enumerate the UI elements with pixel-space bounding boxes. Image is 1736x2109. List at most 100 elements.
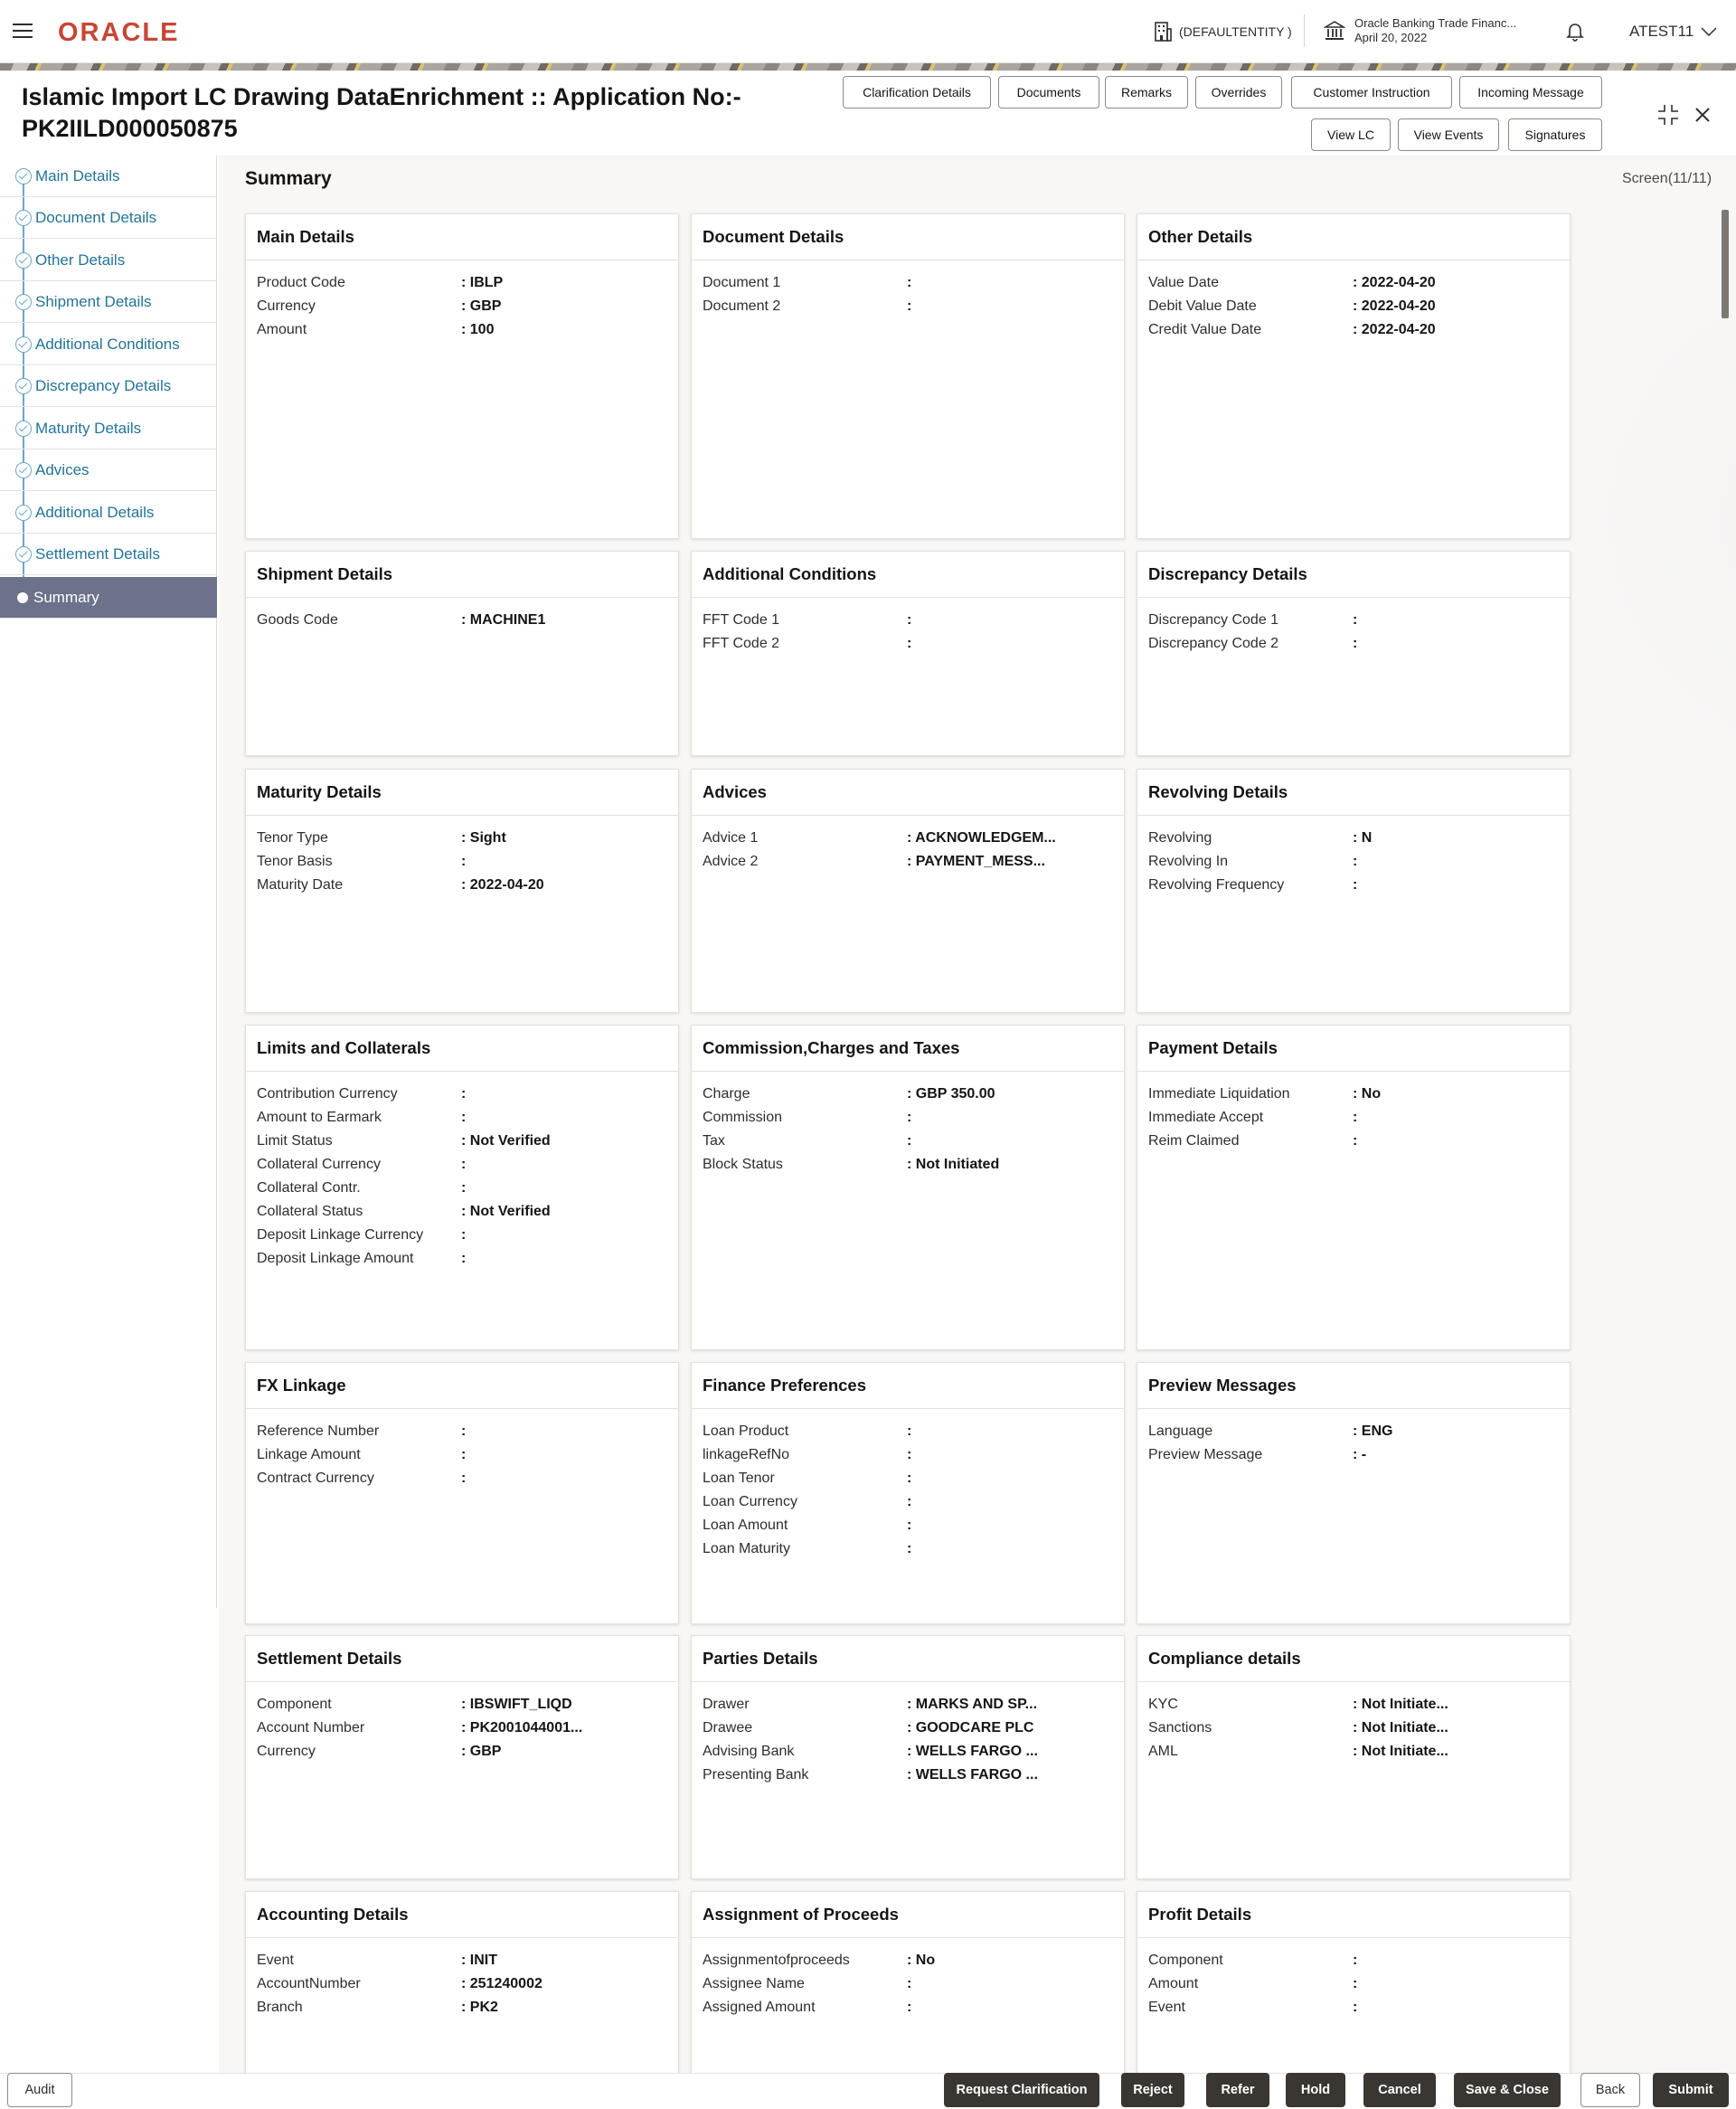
summary-card[interactable]: FX Linkage Reference Number: Linkage Amoun…: [245, 1362, 679, 1624]
summary-card[interactable]: Preview Messages Language: ENG Preview Mes…: [1137, 1362, 1571, 1624]
summary-card[interactable]: Commission,Charges and Taxes Charge: GBP …: [691, 1025, 1125, 1350]
summary-card[interactable]: Parties Details Drawer: MARKS AND SP... Dr…: [691, 1635, 1125, 1879]
sidebar-item-other-details[interactable]: Other Details: [0, 240, 217, 281]
summary-card[interactable]: Main Details Product Code: IBLP Currency: …: [245, 213, 679, 539]
summary-card[interactable]: Revolving Details Revolving: N Revolving I…: [1137, 769, 1571, 1013]
notifications-bell-icon[interactable]: [1566, 22, 1584, 46]
signatures-button[interactable]: Signatures: [1508, 118, 1602, 151]
summary-card[interactable]: Advices Advice 1: ACKNOWLEDGEM... Advice 2…: [691, 769, 1125, 1013]
sidebar-item-discrepancy-details[interactable]: Discrepancy Details: [0, 365, 217, 407]
reject-button[interactable]: Reject: [1121, 2073, 1184, 2107]
check-circle-icon: [15, 461, 32, 478]
sidebar-item-document-details[interactable]: Document Details: [0, 197, 217, 239]
chevron-down-icon: [1701, 27, 1717, 36]
summary-card[interactable]: Payment Details Immediate Liquidation: No…: [1137, 1025, 1571, 1350]
incoming-message-button[interactable]: Incoming Message: [1459, 76, 1602, 109]
summary-card[interactable]: Document Details Document 1: Document 2:: [691, 213, 1125, 539]
clarification-details-button[interactable]: Clarification Details: [843, 76, 991, 109]
field-label: Product Code: [257, 275, 345, 290]
field-value: :: [461, 1157, 467, 1172]
field-value: :: [907, 1133, 912, 1149]
decorative-banner-strip: [0, 63, 1736, 71]
field-row: Contract Currency:: [246, 1467, 678, 1490]
summary-card[interactable]: Additional Conditions FFT Code 1: FFT Code…: [691, 551, 1125, 756]
sidebar-item-advices[interactable]: Advices: [0, 449, 217, 491]
entity-selector[interactable]: (DEFAULTENTITY ): [1154, 22, 1292, 42]
summary-card[interactable]: Finance Preferences Loan Product: linkageR…: [691, 1362, 1125, 1624]
field-value: :: [461, 1180, 467, 1196]
sidebar-item-main-details[interactable]: Main Details: [0, 156, 217, 197]
scrollbar[interactable]: [1722, 156, 1731, 2073]
save-and-close-button[interactable]: Save & Close: [1454, 2073, 1561, 2107]
hold-button[interactable]: Hold: [1286, 2073, 1345, 2107]
summary-card[interactable]: Other Details Value Date: 2022-04-20 Debit…: [1137, 213, 1571, 539]
view-events-button[interactable]: View Events: [1398, 118, 1499, 151]
audit-button[interactable]: Audit: [7, 2073, 72, 2107]
sidebar-item-additional-details[interactable]: Additional Details: [0, 492, 217, 534]
sidebar-item-settlement-details[interactable]: Settlement Details: [0, 534, 217, 575]
title-line-1: Islamic Import LC Drawing DataEnrichment…: [22, 83, 741, 110]
hamburger-menu-icon[interactable]: [13, 24, 33, 40]
expand-icon[interactable]: [1655, 101, 1682, 128]
field-row: Loan Currency:: [692, 1490, 1124, 1514]
summary-card[interactable]: Compliance details KYC: Not Initiate... Sa…: [1137, 1635, 1571, 1879]
refer-button[interactable]: Refer: [1206, 2073, 1269, 2107]
field-value: :: [1353, 2000, 1358, 2015]
back-button[interactable]: Back: [1580, 2073, 1640, 2107]
field-row: Component: IBSWIFT_LIQD: [246, 1693, 678, 1717]
field-value: : ENG: [1353, 1423, 1393, 1439]
application-number: PK2IILD000050875: [22, 115, 238, 142]
customer-instruction-button[interactable]: Customer Instruction: [1291, 76, 1452, 109]
sidebar-item-maturity-details[interactable]: Maturity Details: [0, 408, 217, 449]
summary-card[interactable]: Discrepancy Details Discrepancy Code 1: Di…: [1137, 551, 1571, 756]
remarks-button[interactable]: Remarks: [1105, 76, 1188, 109]
summary-card[interactable]: Limits and Collaterals Contribution Curre…: [245, 1025, 679, 1350]
sidebar-item-additional-conditions[interactable]: Additional Conditions: [0, 324, 217, 365]
field-row: Credit Value Date: 2022-04-20: [1137, 318, 1570, 342]
summary-card[interactable]: Maturity Details Tenor Type: Sight Tenor B…: [245, 769, 679, 1013]
request-clarification-button[interactable]: Request Clarification: [944, 2073, 1099, 2107]
field-value: : GBP: [461, 1744, 502, 1759]
summary-card[interactable]: Shipment Details Goods Code: MACHINE1: [245, 551, 679, 756]
field-value: :: [461, 1086, 467, 1102]
field-value: :: [461, 1471, 467, 1486]
field-row: Limit Status: Not Verified: [246, 1130, 678, 1153]
field-row: Amount:: [1137, 1972, 1570, 1996]
summary-card[interactable]: Profit Details Component: Amount: Event:: [1137, 1891, 1571, 2081]
field-row: Document 2:: [692, 295, 1124, 318]
card-title: Profit Details: [1137, 1892, 1570, 1938]
documents-button[interactable]: Documents: [998, 76, 1099, 109]
cancel-button[interactable]: Cancel: [1363, 2073, 1436, 2107]
field-value: : IBLP: [461, 275, 504, 290]
field-label: Linkage Amount: [257, 1447, 361, 1462]
card-title: Maturity Details: [246, 770, 678, 816]
card-fields: Revolving: N Revolving In: Revolving Frequ…: [1137, 816, 1570, 897]
sidebar-item-shipment-details[interactable]: Shipment Details: [0, 281, 217, 323]
bank-selector[interactable]: Oracle Banking Trade Financ... April 20,…: [1324, 16, 1516, 45]
user-menu[interactable]: ATEST11: [1629, 23, 1717, 41]
field-label: Limit Status: [257, 1133, 333, 1149]
overrides-button[interactable]: Overrides: [1195, 76, 1282, 109]
field-label: Advice 1: [703, 830, 759, 846]
field-label: Debit Value Date: [1148, 298, 1257, 314]
card-fields: Component: IBSWIFT_LIQD Account Number: P…: [246, 1682, 678, 1764]
field-row: Product Code : IBLP: [246, 271, 678, 295]
field-label: Reference Number: [257, 1423, 380, 1439]
field-value: :: [461, 1110, 467, 1125]
card-fields: Product Code: IBLP Currency: GBP Amount: 1…: [246, 260, 678, 342]
card-fields: Charge: GBP 350.00 Commission: Tax: Block S…: [692, 1072, 1124, 1177]
summary-card[interactable]: Settlement Details Component: IBSWIFT_LIQ…: [245, 1635, 679, 1879]
close-icon[interactable]: [1689, 101, 1716, 128]
field-value: :: [907, 1541, 912, 1556]
scrollbar-thumb[interactable]: [1722, 210, 1729, 318]
summary-card[interactable]: Accounting Details Event: INIT AccountNumb…: [245, 1891, 679, 2081]
field-value: :: [1353, 636, 1358, 651]
submit-button[interactable]: Submit: [1653, 2073, 1729, 2107]
view-lc-button[interactable]: View LC: [1311, 118, 1391, 151]
summary-card[interactable]: Assignment of Proceeds Assignmentofprocee…: [691, 1891, 1125, 2081]
field-value: : 2022-04-20: [1353, 322, 1436, 337]
card-title: Additional Conditions: [692, 552, 1124, 598]
field-row: Advice 2: PAYMENT_MESS...: [692, 850, 1124, 874]
field-label: Value Date: [1148, 275, 1219, 290]
sidebar-item-summary[interactable]: Summary: [0, 577, 217, 619]
